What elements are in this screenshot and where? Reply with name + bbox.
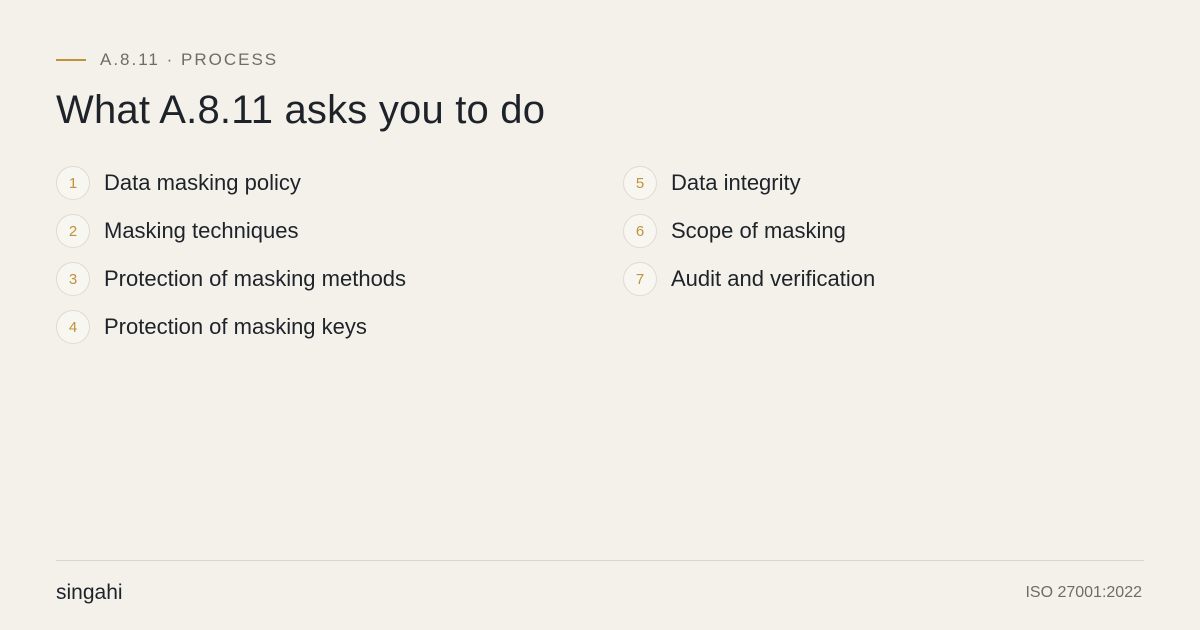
step-item: 2 Masking techniques	[56, 212, 406, 250]
step-item: 4 Protection of masking keys	[56, 308, 406, 346]
step-label: Data masking policy	[104, 170, 301, 195]
step-number-badge: 7	[623, 262, 657, 296]
step-item: 5 Data integrity	[623, 164, 875, 202]
steps-list-right: 5 Data integrity 6 Scope of masking 7 Au…	[623, 164, 875, 308]
brand-logo-text: singahi	[56, 581, 123, 604]
page-title: What A.8.11 asks you to do	[56, 88, 546, 132]
slide: A.8.11 · PROCESS What A.8.11 asks you to…	[0, 0, 1200, 630]
step-item: 1 Data masking policy	[56, 164, 406, 202]
step-item: 7 Audit and verification	[623, 260, 875, 298]
step-label: Scope of masking	[671, 218, 846, 243]
eyebrow-label: A.8.11 · PROCESS	[100, 50, 279, 69]
eyebrow: A.8.11 · PROCESS	[56, 49, 278, 71]
step-item: 6 Scope of masking	[623, 212, 875, 250]
steps-list-left: 1 Data masking policy 2 Masking techniqu…	[56, 164, 406, 356]
step-label: Protection of masking keys	[104, 314, 367, 339]
step-number-badge: 5	[623, 166, 657, 200]
step-number-badge: 1	[56, 166, 90, 200]
step-item: 3 Protection of masking methods	[56, 260, 406, 298]
footer-divider	[56, 560, 1144, 561]
step-label: Protection of masking methods	[104, 266, 407, 291]
eyebrow-accent-rule	[56, 59, 86, 61]
step-label: Masking techniques	[104, 218, 299, 243]
step-number-badge: 3	[56, 262, 90, 296]
step-label: Data integrity	[671, 170, 801, 195]
step-label: Audit and verification	[671, 266, 876, 291]
step-number-badge: 6	[623, 214, 657, 248]
step-number-badge: 4	[56, 310, 90, 344]
step-number-badge: 2	[56, 214, 90, 248]
standard-label: ISO 27001:2022	[1025, 584, 1142, 601]
